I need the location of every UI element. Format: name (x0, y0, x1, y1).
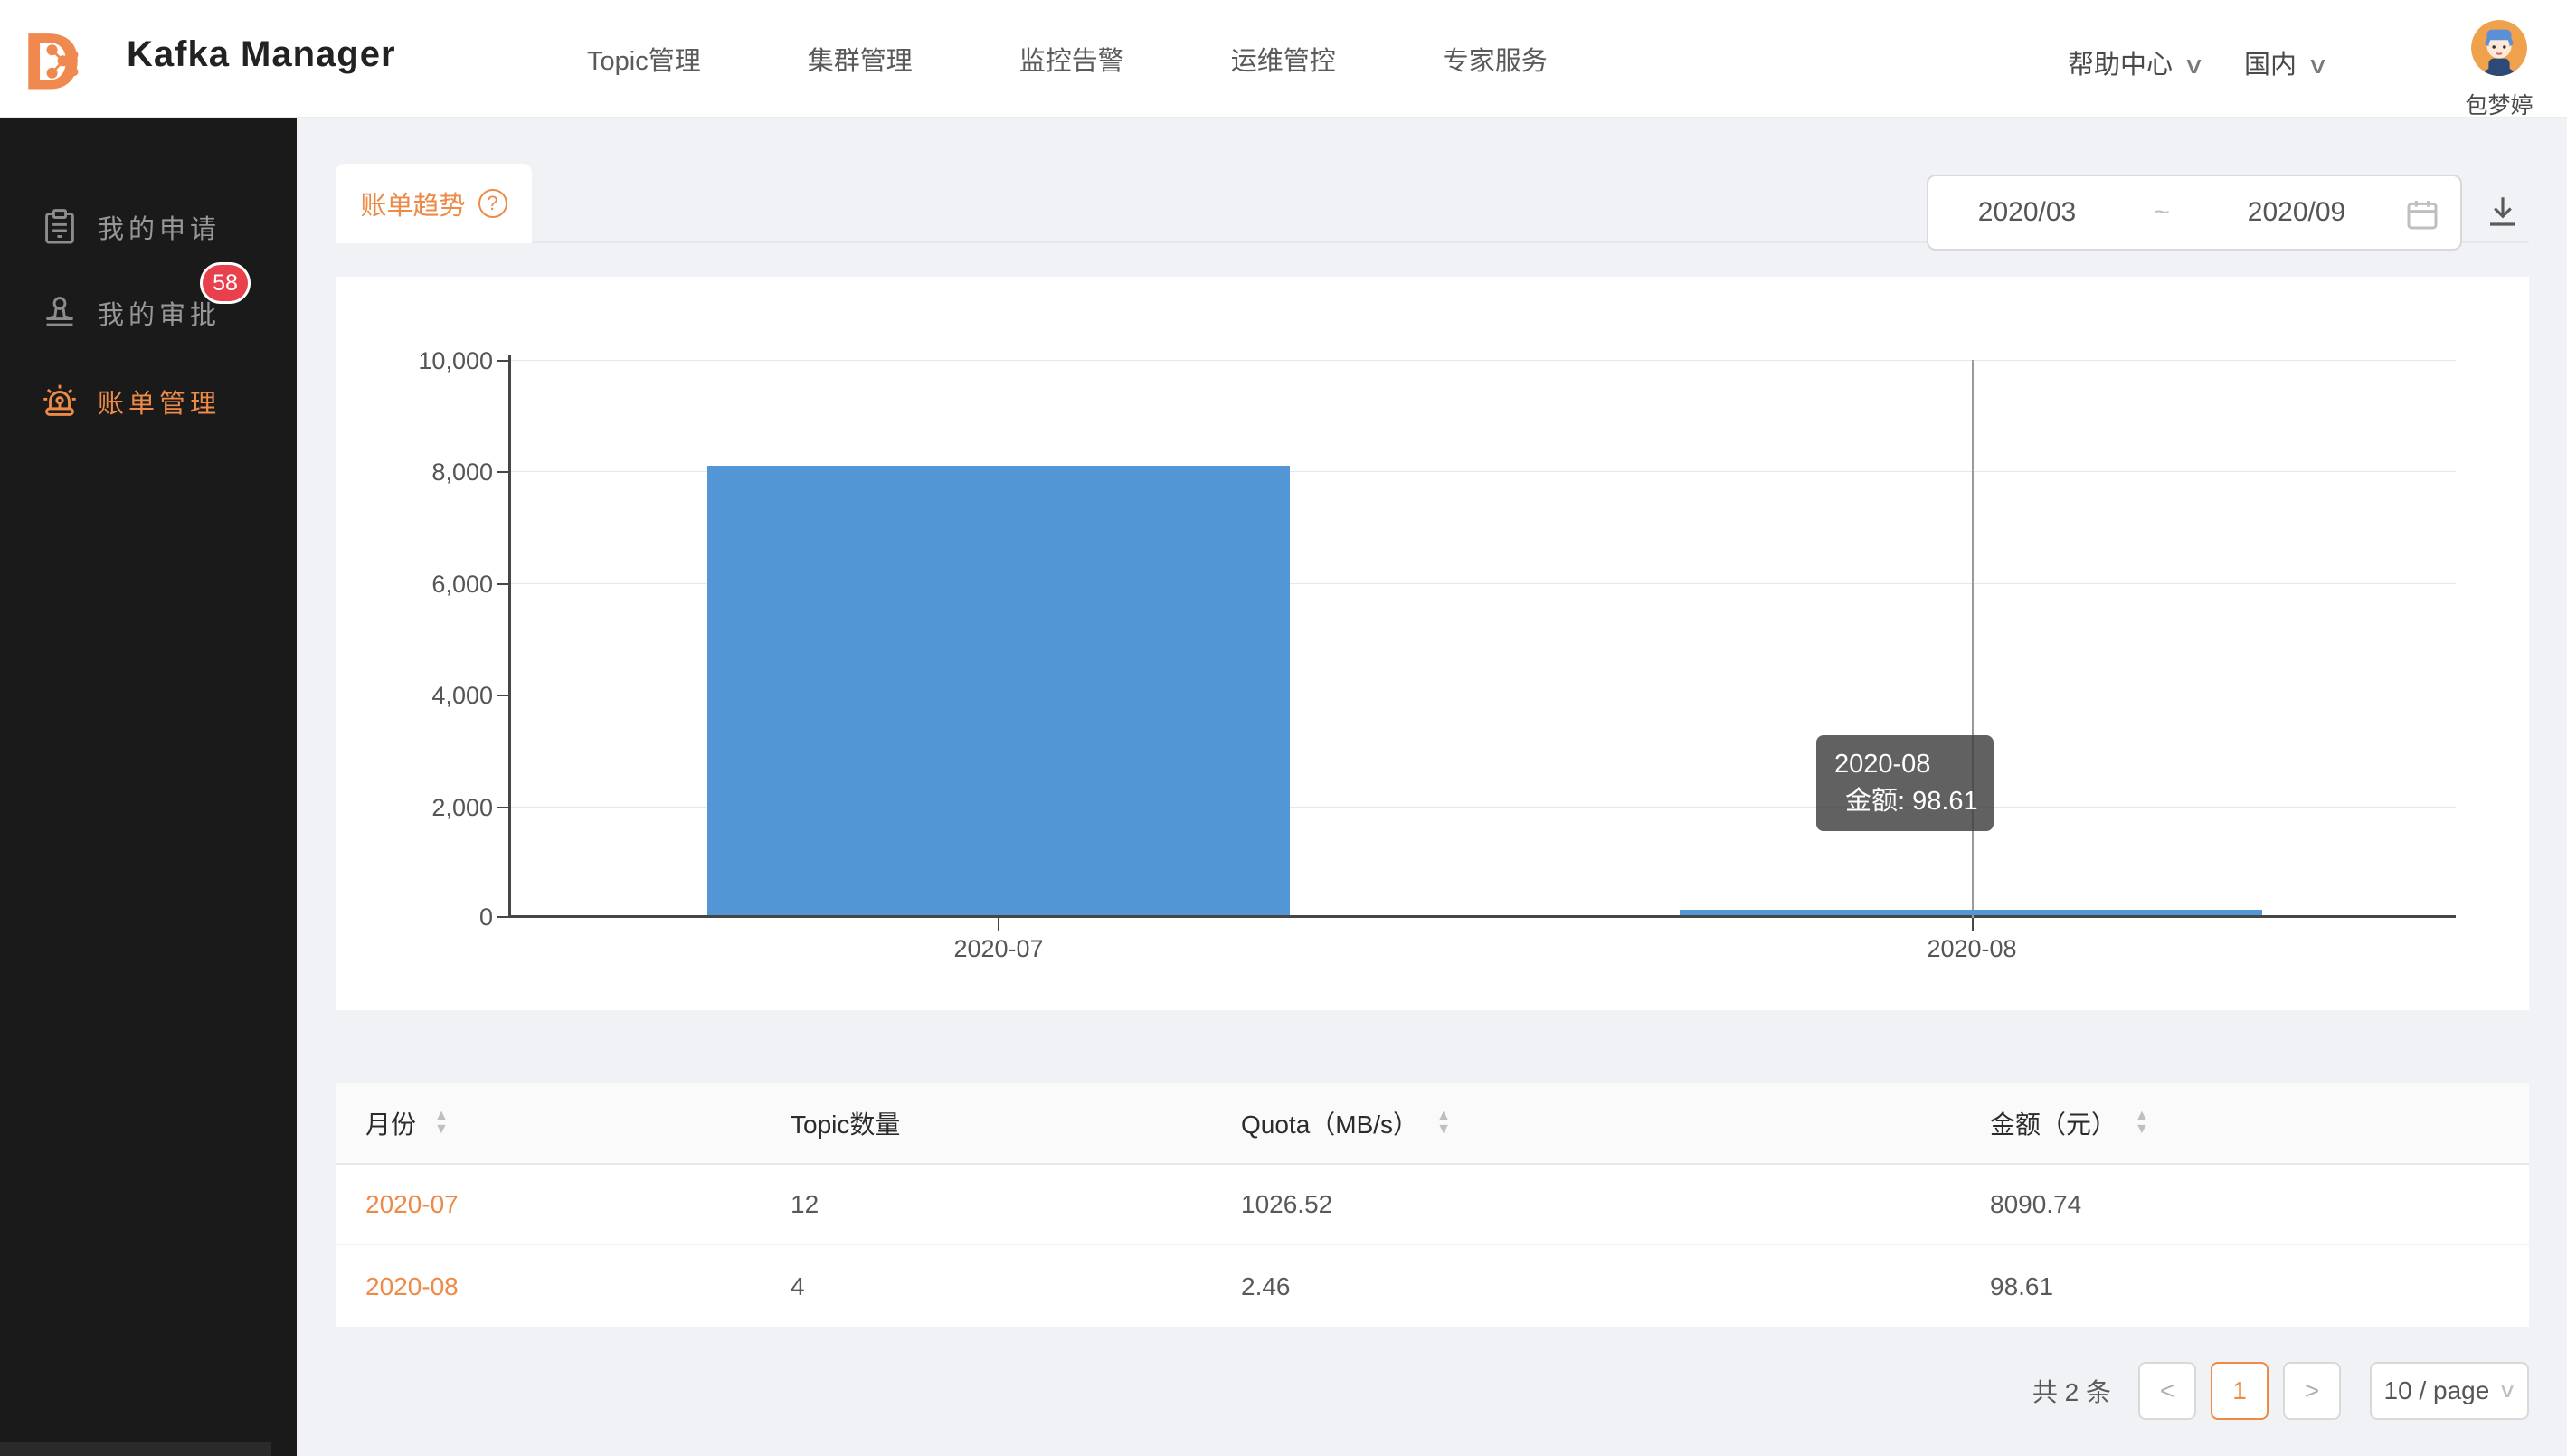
nav-item-cluster[interactable]: 集群管理 (808, 40, 913, 78)
prev-page-button[interactable]: < (2138, 1362, 2196, 1420)
clipboard-icon (41, 208, 79, 246)
date-start-value[interactable]: 2020/03 (1928, 197, 2126, 228)
table-row: 2020-08 4 2.46 98.61 (336, 1246, 2529, 1327)
sidebar-item-label: 账单管理 (98, 383, 221, 421)
y-tick-label: 6,000 (321, 571, 493, 599)
main-nav: Topic管理 集群管理 监控告警 运维管控 专家服务 (587, 0, 1548, 118)
x-tick-label: 2020-08 (1927, 935, 2016, 963)
bar-2020-07[interactable] (707, 466, 1290, 915)
y-tick-label: 8,000 (321, 459, 493, 487)
region-select[interactable]: 国内∨ (2244, 43, 2326, 81)
chevron-down-icon: ∨ (2498, 1379, 2517, 1403)
chart-tooltip: 2020-08 金额: 98.61 (1816, 735, 1994, 831)
date-separator: ~ (2126, 197, 2198, 228)
sort-icon[interactable]: ▲▼ (2135, 1110, 2149, 1137)
bar-2020-08[interactable] (1680, 910, 2262, 915)
username: 包梦婷 (2449, 88, 2549, 120)
amount-value: 98.61 (1990, 1246, 2053, 1327)
nav-item-ops[interactable]: 运维管控 (1231, 40, 1336, 78)
topic-count-value: 12 (791, 1165, 819, 1244)
amount-value: 8090.74 (1990, 1165, 2081, 1244)
total-count: 共 2 条 (2032, 1373, 2111, 1409)
siren-icon (41, 383, 79, 421)
svg-text:D: D (25, 18, 81, 101)
sidebar-item-my-applications[interactable]: 我的申请 (0, 194, 297, 260)
next-page-button[interactable]: > (2283, 1362, 2341, 1420)
topic-count-value: 4 (791, 1246, 805, 1327)
stamp-icon (41, 294, 79, 332)
calendar-icon (2404, 196, 2440, 232)
month-link[interactable]: 2020-07 (365, 1190, 459, 1219)
billing-table: 月份 ▲▼ Topic数量 Quota（MB/s） ▲▼ 金额（元） ▲▼ 20… (336, 1083, 2529, 1327)
page-size-select[interactable]: 10 / page ∨ (2370, 1362, 2529, 1420)
question-circle-icon[interactable]: ? (478, 189, 507, 218)
sort-icon[interactable]: ▲▼ (434, 1110, 449, 1137)
avatar (2471, 20, 2527, 76)
pagination: 共 2 条 < 1 > 10 / page ∨ (336, 1361, 2529, 1421)
download-icon[interactable] (2484, 193, 2522, 231)
chart-plot-area: 10,000 8,000 6,000 4,000 2,000 0 2020-07… (511, 360, 2456, 918)
app-title: Kafka Manager (127, 34, 396, 75)
user-menu[interactable]: 包梦婷 (2449, 20, 2549, 120)
nav-item-monitor[interactable]: 监控告警 (1019, 40, 1124, 78)
x-tick-label: 2020-07 (953, 935, 1043, 963)
column-header-amount[interactable]: 金额（元） ▲▼ (1990, 1083, 2149, 1163)
sort-icon[interactable]: ▲▼ (1436, 1110, 1451, 1137)
nav-item-topic[interactable]: Topic管理 (587, 40, 701, 78)
main-content: 账单趋势 ? 2020/03 ~ 2020/09 (297, 118, 2567, 1456)
page-root: D Kafka Manager Topic管理 集群管理 监控告警 运维管控 专… (0, 0, 2567, 1456)
y-tick-label: 2,000 (321, 794, 493, 822)
page-1-button[interactable]: 1 (2211, 1362, 2269, 1420)
table-row: 2020-07 12 1026.52 8090.74 (336, 1165, 2529, 1245)
date-range-picker[interactable]: 2020/03 ~ 2020/09 (1927, 175, 2462, 251)
quota-value: 2.46 (1241, 1246, 1291, 1327)
nav-item-expert[interactable]: 专家服务 (1443, 40, 1548, 78)
y-tick-label: 0 (321, 903, 493, 931)
tab-billing-trend[interactable]: 账单趋势 ? (336, 164, 532, 243)
tab-label: 账单趋势 (360, 184, 465, 222)
table-header-row: 月份 ▲▼ Topic数量 Quota（MB/s） ▲▼ 金额（元） ▲▼ (336, 1083, 2529, 1165)
sidebar-collapse-bar[interactable] (0, 1442, 271, 1456)
billing-trend-chart: 10,000 8,000 6,000 4,000 2,000 0 2020-07… (336, 277, 2529, 1010)
y-axis-line (508, 355, 511, 918)
tab-bar: 账单趋势 ? 2020/03 ~ 2020/09 (336, 164, 2529, 243)
sidebar-item-billing[interactable]: 账单管理 (0, 369, 297, 434)
sidebar-item-label: 我的审批 (98, 294, 221, 332)
date-end-value[interactable]: 2020/09 (2198, 197, 2395, 228)
sidebar: 我的申请 我的审批 58 (0, 118, 297, 1456)
help-center-link[interactable]: 帮助中心∨ (2068, 43, 2202, 81)
y-tick-label: 10,000 (321, 347, 493, 375)
sidebar-item-my-approvals[interactable]: 我的审批 (0, 280, 297, 345)
approvals-count-badge: 58 (200, 262, 251, 304)
app-logo-icon[interactable]: D (25, 18, 103, 101)
column-header-month[interactable]: 月份 ▲▼ (365, 1083, 449, 1163)
tooltip-title: 2020-08 (1834, 746, 1975, 782)
axis-pointer-line (1972, 360, 1974, 918)
chevron-down-icon: ∨ (2307, 52, 2329, 80)
column-header-topic-count: Topic数量 (791, 1083, 900, 1163)
quota-value: 1026.52 (1241, 1165, 1332, 1244)
column-header-quota[interactable]: Quota（MB/s） ▲▼ (1241, 1083, 1451, 1163)
sidebar-item-label: 我的申请 (98, 208, 221, 246)
chevron-down-icon: ∨ (2183, 52, 2205, 80)
top-navbar: D Kafka Manager Topic管理 集群管理 监控告警 运维管控 专… (0, 0, 2567, 118)
tooltip-value: 金额: 98.61 (1845, 782, 1978, 820)
y-tick-label: 4,000 (321, 682, 493, 710)
month-link[interactable]: 2020-08 (365, 1272, 459, 1301)
